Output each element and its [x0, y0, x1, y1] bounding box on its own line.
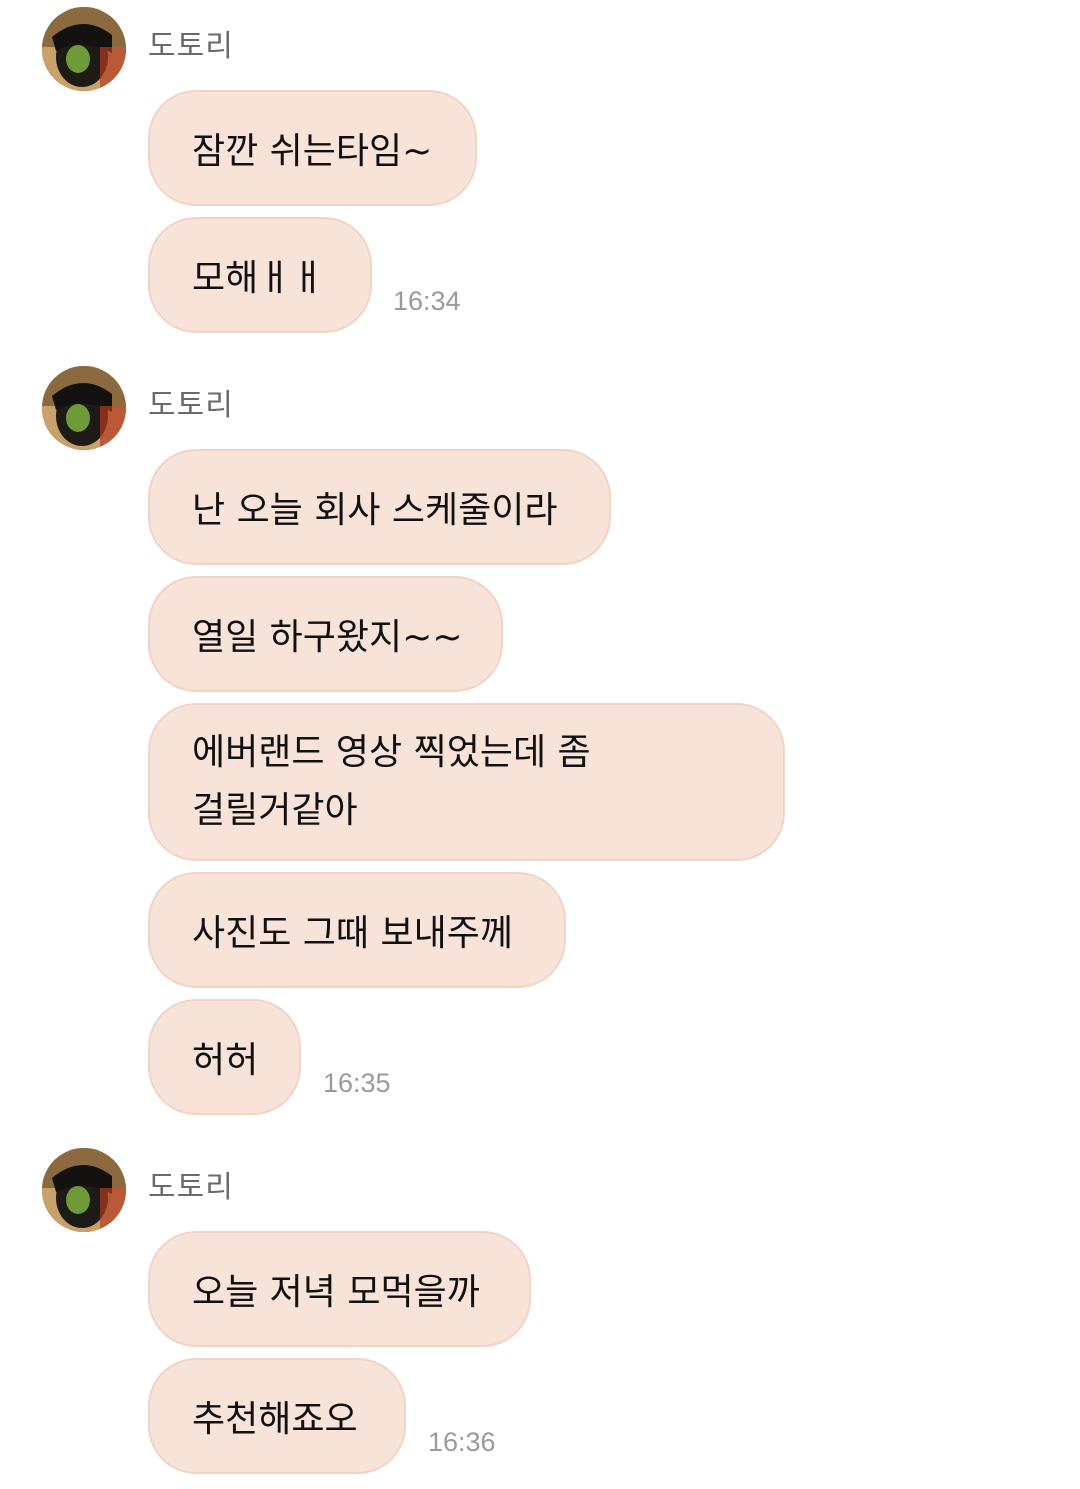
avatar[interactable]: [42, 7, 126, 91]
message-bubble[interactable]: 사진도 그때 보내주께: [148, 872, 566, 988]
avatar-image: [42, 7, 126, 91]
avatar-image: [42, 1148, 126, 1232]
message-timestamp: 16:35: [323, 1068, 391, 1098]
message-text: 열일 하구왔지~~: [192, 617, 463, 658]
message-text: 모해ㅐㅐ: [192, 258, 325, 299]
message-timestamp: 16:36: [428, 1427, 496, 1457]
message-text: 난 오늘 회사 스케줄이라: [192, 490, 558, 531]
message-bubble[interactable]: 에버랜드 영상 찍었는데 좀 걸릴거같아: [148, 703, 785, 861]
message-bubble[interactable]: 열일 하구왔지~~: [148, 576, 503, 692]
message-bubble[interactable]: 추천해죠오: [148, 1358, 406, 1474]
message-text: 에버랜드 영상 찍었는데 좀 걸릴거같아: [192, 732, 591, 831]
message-text: 추천해죠오: [192, 1399, 358, 1440]
message-text: 잠깐 쉬는타임~: [192, 131, 433, 172]
sender-name: 도토리: [148, 388, 234, 423]
avatar[interactable]: [42, 366, 126, 450]
sender-name: 도토리: [148, 29, 234, 64]
avatar-image: [42, 366, 126, 450]
message-text: 사진도 그때 보내주께: [192, 913, 513, 954]
message-bubble[interactable]: 허허: [148, 999, 301, 1115]
message-text: 오늘 저녁 모먹을까: [192, 1272, 480, 1313]
message-bubble[interactable]: 모해ㅐㅐ: [148, 217, 372, 333]
message-text: 허허: [192, 1040, 259, 1081]
sender-name: 도토리: [148, 1170, 234, 1205]
message-timestamp: 16:34: [393, 286, 461, 316]
message-bubble[interactable]: 오늘 저녁 모먹을까: [148, 1231, 531, 1347]
avatar[interactable]: [42, 1148, 126, 1232]
message-bubble[interactable]: 잠깐 쉬는타임~: [148, 90, 477, 206]
message-bubble[interactable]: 난 오늘 회사 스케줄이라: [148, 449, 611, 565]
